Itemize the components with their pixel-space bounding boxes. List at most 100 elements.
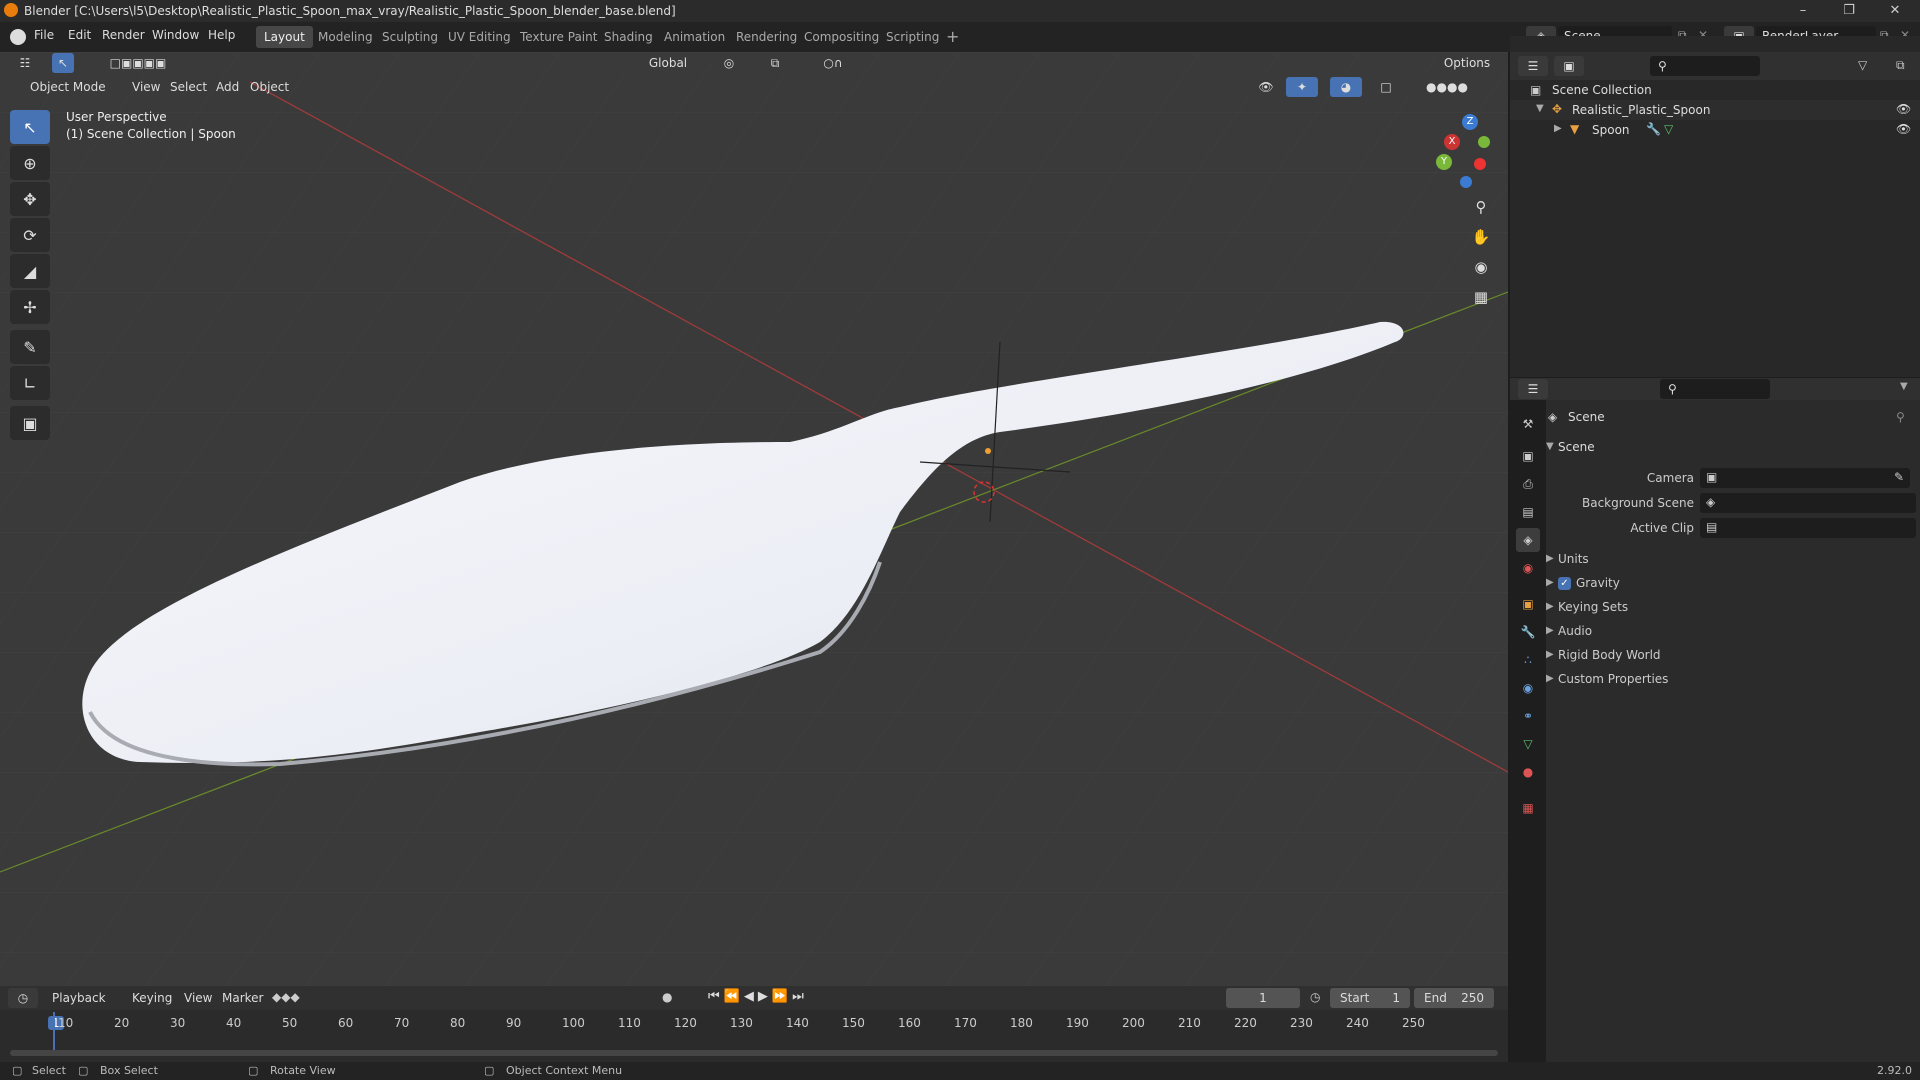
menu-render[interactable]: Render: [102, 28, 145, 42]
measure-tool[interactable]: ∟: [10, 366, 50, 400]
rigid-body-world-panel[interactable]: ▶ Rigid Body World: [1546, 646, 1920, 666]
options-dropdown[interactable]: Options: [1436, 53, 1498, 73]
tab-layout[interactable]: Layout: [256, 26, 313, 48]
select-box-tool[interactable]: ↖: [10, 110, 50, 144]
gizmo-neg-z-icon[interactable]: [1460, 176, 1472, 188]
visibility-icon[interactable]: 👁: [1252, 77, 1280, 97]
units-panel[interactable]: ▶ Units: [1546, 550, 1920, 570]
menu-edit[interactable]: Edit: [68, 28, 91, 42]
active-clip-field[interactable]: ▤: [1700, 518, 1916, 538]
new-collection-icon[interactable]: ⧉: [1896, 58, 1905, 73]
cursor-tool[interactable]: ⊕: [10, 146, 50, 180]
tab-output[interactable]: ⎙: [1516, 472, 1540, 496]
tab-view-layer[interactable]: ▤: [1516, 500, 1540, 524]
navigation-gizmo[interactable]: Z X Y: [1410, 112, 1494, 196]
tab-particles[interactable]: ∴: [1516, 648, 1540, 672]
close-button[interactable]: ✕: [1872, 0, 1918, 22]
expand-arrow-icon[interactable]: ▶: [1554, 123, 1562, 134]
tab-rendering[interactable]: Rendering: [728, 26, 805, 48]
transform-orientation-dropdown[interactable]: Global: [628, 53, 708, 73]
viewport-menu-select[interactable]: Select: [170, 80, 207, 94]
properties-search-input[interactable]: ⚲: [1660, 379, 1770, 399]
eye-icon[interactable]: 👁: [1896, 102, 1911, 116]
editor-type-icon[interactable]: ☷: [8, 53, 42, 73]
gravity-checkbox[interactable]: ✓: [1558, 577, 1571, 590]
add-cube-tool[interactable]: ▣: [10, 406, 50, 440]
add-workspace-icon[interactable]: +: [946, 27, 959, 46]
3d-viewport[interactable]: ☷ ↖ □▣▣▣▣ Global ◎ ⧉ ○∩ Options Object M…: [0, 52, 1508, 986]
playback-controls-icons[interactable]: ⏮⏪◀▶⏩⏭: [708, 989, 808, 1004]
properties-editor-type-icon[interactable]: ☰: [1518, 379, 1548, 399]
xray-icon[interactable]: □: [1376, 77, 1396, 97]
outliner-row[interactable]: ▼ ✥ Realistic_Plastic_Spoon 👁: [1510, 100, 1920, 120]
viewport-menu-object[interactable]: Object: [250, 80, 289, 94]
camera-field[interactable]: ▣ ✎: [1700, 468, 1910, 488]
keyframe-icons[interactable]: ◆◆◆: [272, 990, 300, 1004]
timeline-menu-marker[interactable]: Marker: [222, 991, 263, 1005]
clock-icon[interactable]: ◷: [1310, 990, 1320, 1004]
eyedropper-icon[interactable]: ✎: [1894, 470, 1904, 484]
tab-compositing[interactable]: Compositing: [796, 26, 887, 48]
outliner-row-root[interactable]: ▣ Scene Collection: [1510, 80, 1920, 100]
tab-uv-editing[interactable]: UV Editing: [440, 26, 519, 48]
transform-tool[interactable]: ✢: [10, 290, 50, 324]
gizmo-toggle-icon[interactable]: ✦: [1286, 77, 1318, 97]
select-tool-icon[interactable]: ↖: [52, 53, 74, 73]
blender-menu-icon[interactable]: [10, 29, 26, 45]
pivot-point-icon[interactable]: ◎: [714, 53, 744, 73]
maximize-button[interactable]: ❐: [1826, 0, 1872, 22]
menu-window[interactable]: Window: [152, 28, 199, 42]
mode-dropdown[interactable]: Object Mode: [10, 77, 118, 97]
tab-object[interactable]: ▣: [1516, 592, 1540, 616]
menu-help[interactable]: Help: [208, 28, 235, 42]
timeline-menu-view[interactable]: View: [184, 991, 212, 1005]
outliner-row[interactable]: ▶ ▼ Spoon 🔧 ▽ 👁: [1510, 120, 1920, 140]
viewport-menu-view[interactable]: View: [132, 80, 160, 94]
current-frame-field[interactable]: 1: [1226, 988, 1300, 1008]
start-frame-field[interactable]: Start 1: [1330, 988, 1410, 1008]
timeline-scrollbar[interactable]: [10, 1050, 1498, 1056]
tab-sculpting[interactable]: Sculpting: [374, 26, 446, 48]
scale-tool[interactable]: ◢: [10, 254, 50, 288]
tab-scripting[interactable]: Scripting: [878, 26, 947, 48]
record-icon[interactable]: ●: [662, 990, 672, 1004]
gravity-panel[interactable]: ▶ ✓ Gravity: [1546, 574, 1920, 594]
menu-file[interactable]: File: [34, 28, 54, 42]
tab-material[interactable]: ●: [1516, 760, 1540, 784]
pin-icon[interactable]: ⚲: [1896, 410, 1905, 424]
object-origin[interactable]: [985, 448, 991, 454]
timeline-editor-type-icon[interactable]: ◷: [8, 988, 38, 1008]
audio-panel[interactable]: ▶ Audio: [1546, 622, 1920, 642]
outliner-search-input[interactable]: ⚲: [1650, 56, 1760, 76]
tab-shading[interactable]: Shading: [596, 26, 661, 48]
tab-scene[interactable]: ◈: [1516, 528, 1540, 552]
timeline-menu-keying[interactable]: Keying: [132, 991, 172, 1005]
tab-modifiers[interactable]: 🔧: [1516, 620, 1540, 644]
expand-arrow-icon[interactable]: ▼: [1536, 103, 1544, 114]
shading-mode-icons[interactable]: ●●●●: [1404, 77, 1490, 97]
filter-icon[interactable]: ▽: [1858, 58, 1867, 72]
tab-modeling[interactable]: Modeling: [310, 26, 381, 48]
chevron-down-icon[interactable]: ▼: [1900, 381, 1908, 392]
gizmo-neg-y-icon[interactable]: [1478, 136, 1490, 148]
expand-arrow-icon[interactable]: ▼: [1546, 441, 1554, 452]
tab-world[interactable]: ◉: [1516, 556, 1540, 580]
tab-constraints[interactable]: ⚭: [1516, 704, 1540, 728]
keying-sets-panel[interactable]: ▶ Keying Sets: [1546, 598, 1920, 618]
outliner-editor-type-icon[interactable]: ☰: [1518, 56, 1548, 76]
proportional-edit-icon[interactable]: ○∩: [808, 53, 858, 73]
pan-view-button[interactable]: ✋: [1466, 222, 1496, 252]
timeline-ruler[interactable]: 1 10 20 30 40 50 60 70 80 90 100 110 120 130 140 150 160…: [0, 1012, 1508, 1036]
tab-texture-paint[interactable]: Texture Paint: [512, 26, 605, 48]
gizmo-z-icon[interactable]: Z: [1462, 114, 1478, 130]
zoom-view-button[interactable]: ⚲: [1466, 192, 1496, 222]
annotate-tool[interactable]: ✎: [10, 330, 50, 364]
timeline-menu-playback[interactable]: Playback: [52, 991, 106, 1005]
end-frame-field[interactable]: End 250: [1414, 988, 1494, 1008]
rotate-tool[interactable]: ⟳: [10, 218, 50, 252]
tab-physics[interactable]: ◉: [1516, 676, 1540, 700]
display-mode-icon[interactable]: ▣: [1554, 56, 1584, 76]
minimize-button[interactable]: –: [1780, 0, 1826, 22]
move-tool[interactable]: ✥: [10, 182, 50, 216]
tab-texture[interactable]: ▦: [1516, 796, 1540, 820]
